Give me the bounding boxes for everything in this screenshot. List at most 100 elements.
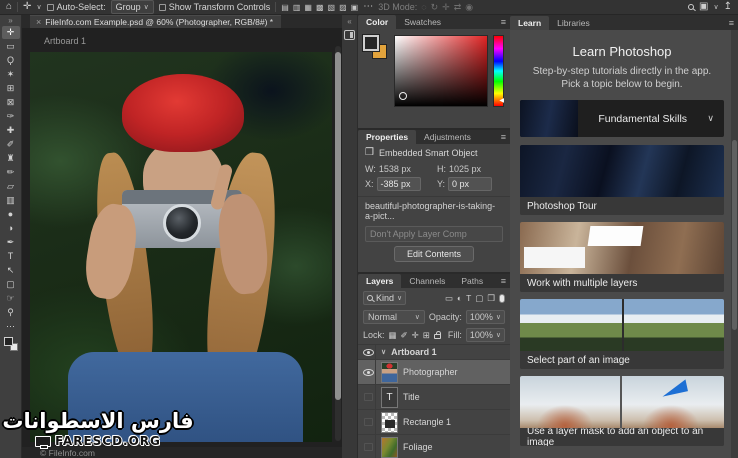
panel-menu-icon[interactable]: ≡	[501, 276, 506, 286]
tab-libraries[interactable]: Libraries	[549, 16, 598, 30]
canvas[interactable]: Artboard 1	[22, 28, 342, 447]
align-middle-icon[interactable]: ▨	[339, 3, 347, 12]
collapse-dock-icon[interactable]: «	[347, 17, 351, 26]
zoom-tool[interactable]: ⚲	[2, 306, 20, 319]
color-swatch-pair[interactable]	[363, 35, 389, 61]
fundamental-skills-card[interactable]: Fundamental Skills ∨	[520, 100, 724, 137]
foreground-background-swatches[interactable]	[4, 337, 18, 351]
layer-row-photographer[interactable]: Photographer	[358, 360, 510, 385]
lock-all-icon[interactable]	[434, 334, 441, 339]
lock-transparency-icon[interactable]: ▦	[389, 330, 397, 341]
hue-slider-icon[interactable]: ◀	[499, 98, 504, 104]
search-icon[interactable]	[688, 4, 694, 10]
lock-artboard-icon[interactable]: ⊞	[423, 330, 430, 341]
layer-filtering-toggle[interactable]	[499, 294, 505, 303]
visibility-eye-icon[interactable]	[363, 369, 374, 376]
align-top-icon[interactable]: ▧	[328, 3, 336, 12]
tutorial-card-photoshop-tour[interactable]: Photoshop Tour	[520, 145, 724, 215]
checkbox-icon[interactable]	[159, 4, 166, 11]
filter-smart-objects-icon[interactable]: ❒	[487, 293, 495, 304]
x-position-field[interactable]: -385 px	[377, 177, 421, 191]
auto-select-checkbox[interactable]: Auto-Select:	[47, 2, 106, 12]
scrollbar-thumb[interactable]	[732, 140, 737, 330]
history-brush-tool[interactable]: ✏	[2, 166, 20, 179]
visibility-toggle-empty[interactable]	[364, 393, 373, 401]
filter-shape-layers-icon[interactable]: ▢	[475, 293, 483, 304]
rectangular-marquee-tool[interactable]: ▭	[2, 40, 20, 53]
collapsed-panel-icon[interactable]	[344, 30, 355, 40]
checkbox-icon[interactable]	[47, 4, 54, 11]
home-icon[interactable]: ⌂	[6, 2, 12, 12]
canvas-vertical-scrollbar[interactable]	[335, 46, 341, 441]
layer-thumbnail[interactable]	[381, 362, 398, 383]
layer-row-artboard-1[interactable]: ∨ Artboard 1	[358, 345, 510, 360]
filter-pixel-layers-icon[interactable]: ▭	[445, 293, 453, 304]
layer-row-rectangle-1[interactable]: Rectangle 1	[358, 410, 510, 435]
foreground-color-swatch[interactable]	[363, 35, 379, 51]
close-document-icon[interactable]: ×	[36, 17, 41, 27]
edit-contents-button[interactable]: Edit Contents	[394, 246, 474, 262]
color-picker-circle[interactable]	[399, 92, 407, 100]
rectangle-tool[interactable]: ▢	[2, 278, 20, 291]
layer-comp-dropdown[interactable]: Don't Apply Layer Comp	[365, 226, 503, 242]
artboard-image[interactable]	[30, 52, 332, 442]
expand-toolbar-icon[interactable]: »	[8, 16, 12, 25]
tab-properties[interactable]: Properties	[358, 130, 416, 144]
group-expand-chevron-icon[interactable]: ∨	[381, 349, 386, 356]
layer-thumbnail[interactable]	[381, 412, 398, 433]
spot-healing-tool[interactable]: ✚	[2, 124, 20, 137]
opacity-dropdown[interactable]: 100% ∨	[466, 310, 505, 324]
auto-select-target-dropdown[interactable]: Group ∨	[111, 0, 154, 14]
visibility-eye-icon[interactable]	[363, 349, 374, 356]
dodge-tool[interactable]: ◑	[2, 222, 20, 235]
learn-panel-scrollbar[interactable]	[731, 30, 738, 458]
workspace-switcher-icon[interactable]: ▣	[699, 2, 708, 12]
document-tab[interactable]: × FileInfo.com Example.psd @ 60% (Photog…	[30, 15, 281, 28]
layer-thumbnail[interactable]	[381, 437, 398, 458]
foreground-color-swatch[interactable]	[4, 337, 13, 346]
zoom-camera-icon[interactable]: ◉	[465, 2, 473, 13]
layer-row-foliage[interactable]: Foliage	[358, 435, 510, 458]
brush-tool[interactable]: ✐	[2, 138, 20, 151]
tool-preset-chevron-icon[interactable]: ∨	[36, 4, 41, 11]
scrollbar-thumb[interactable]	[335, 52, 341, 400]
quick-selection-tool[interactable]: ✶	[2, 68, 20, 81]
layer-row-title[interactable]: T Title	[358, 385, 510, 410]
tutorial-card-layer-mask[interactable]: Use a layer mask to add an object to an …	[520, 376, 724, 446]
pen-tool[interactable]: ✒	[2, 236, 20, 249]
tab-swatches[interactable]: Swatches	[396, 15, 449, 29]
tab-adjustments[interactable]: Adjustments	[416, 130, 479, 144]
align-right-icon[interactable]: ▦	[304, 3, 312, 12]
panel-menu-icon[interactable]: ≡	[729, 18, 734, 28]
eraser-tool[interactable]: ▱	[2, 180, 20, 193]
tab-color[interactable]: Color	[358, 15, 396, 29]
type-tool[interactable]: T	[2, 250, 20, 263]
lasso-tool[interactable]: Ϙ	[2, 54, 20, 67]
clone-stamp-tool[interactable]: ♜	[2, 152, 20, 165]
tab-paths[interactable]: Paths	[453, 274, 491, 288]
more-align-options-icon[interactable]: ⋯	[363, 2, 373, 12]
y-position-field[interactable]: 0 px	[448, 177, 492, 191]
blur-tool[interactable]: ●	[2, 208, 20, 221]
edit-toolbar-icon[interactable]: ⋯	[2, 320, 20, 333]
tab-channels[interactable]: Channels	[401, 274, 453, 288]
path-selection-tool[interactable]: ↖	[2, 264, 20, 277]
hue-strip[interactable]: ◀	[493, 35, 504, 107]
artboard-label[interactable]: Artboard 1	[44, 36, 86, 46]
tab-layers[interactable]: Layers	[358, 274, 401, 288]
tab-learn[interactable]: Learn	[510, 16, 549, 30]
distribute-icon[interactable]: ▩	[316, 3, 324, 12]
share-image-icon[interactable]: ↥	[724, 2, 732, 12]
lock-image-icon[interactable]: ✐	[401, 330, 408, 341]
frame-tool[interactable]: ⊠	[2, 96, 20, 109]
chevron-down-icon[interactable]: ∨	[707, 113, 714, 124]
panel-menu-icon[interactable]: ≡	[501, 132, 506, 142]
gradient-tool[interactable]: ▥	[2, 194, 20, 207]
align-bottom-icon[interactable]: ▣	[351, 3, 359, 12]
filter-adjustment-layers-icon[interactable]: ◐	[457, 293, 462, 303]
saturation-brightness-field[interactable]	[394, 35, 488, 107]
align-center-h-icon[interactable]: ▥	[293, 3, 301, 12]
blend-mode-dropdown[interactable]: Normal ∨	[363, 310, 425, 324]
show-transform-checkbox[interactable]: Show Transform Controls	[159, 2, 271, 12]
panel-menu-icon[interactable]: ≡	[501, 17, 506, 27]
